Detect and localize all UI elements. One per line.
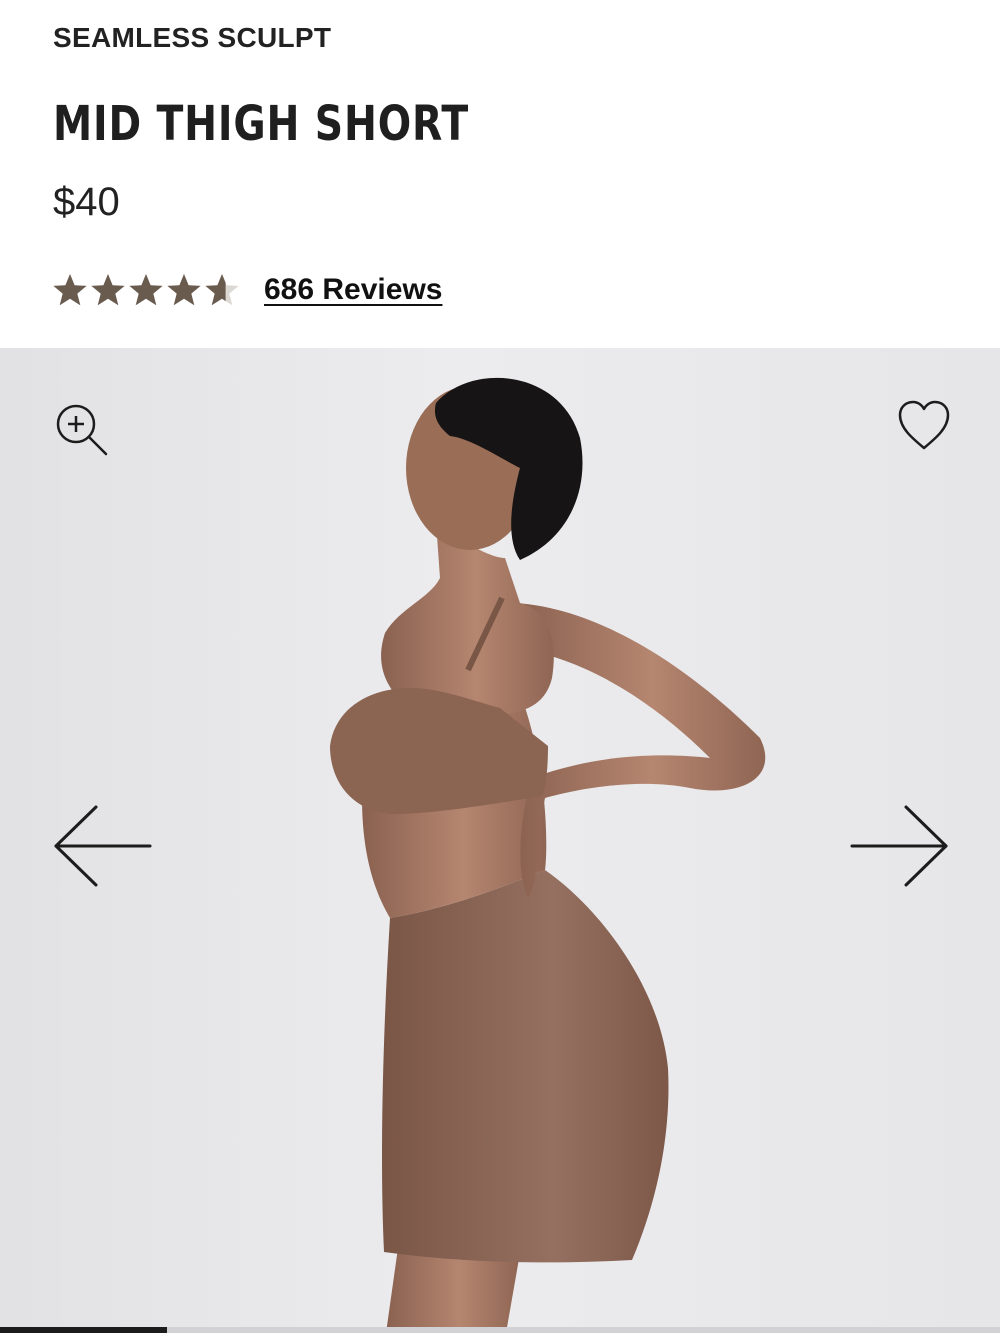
heart-icon[interactable] [894,398,954,452]
star-icon [53,274,87,306]
star-icon [167,274,201,306]
star-icon [91,274,125,306]
product-price: $40 [53,180,120,224]
product-image-gallery[interactable] [0,348,1000,1333]
arrow-left-icon[interactable] [50,803,156,889]
product-title: MID THIGH SHORT [53,96,470,152]
gallery-progress-bar [0,1327,1000,1333]
product-header: SEAMLESS SCULPT MID THIGH SHORT $40 686 … [0,0,1000,348]
collection-name[interactable]: SEAMLESS SCULPT [53,22,331,54]
arrow-right-icon[interactable] [846,803,952,889]
rating-summary: 686 Reviews [52,268,442,312]
zoom-in-icon[interactable] [52,400,112,460]
gallery-progress-fill [0,1327,167,1333]
star-rating[interactable] [52,272,242,308]
reviews-link[interactable]: 686 Reviews [264,273,442,307]
star-icon [205,274,239,306]
star-icon [129,274,163,306]
